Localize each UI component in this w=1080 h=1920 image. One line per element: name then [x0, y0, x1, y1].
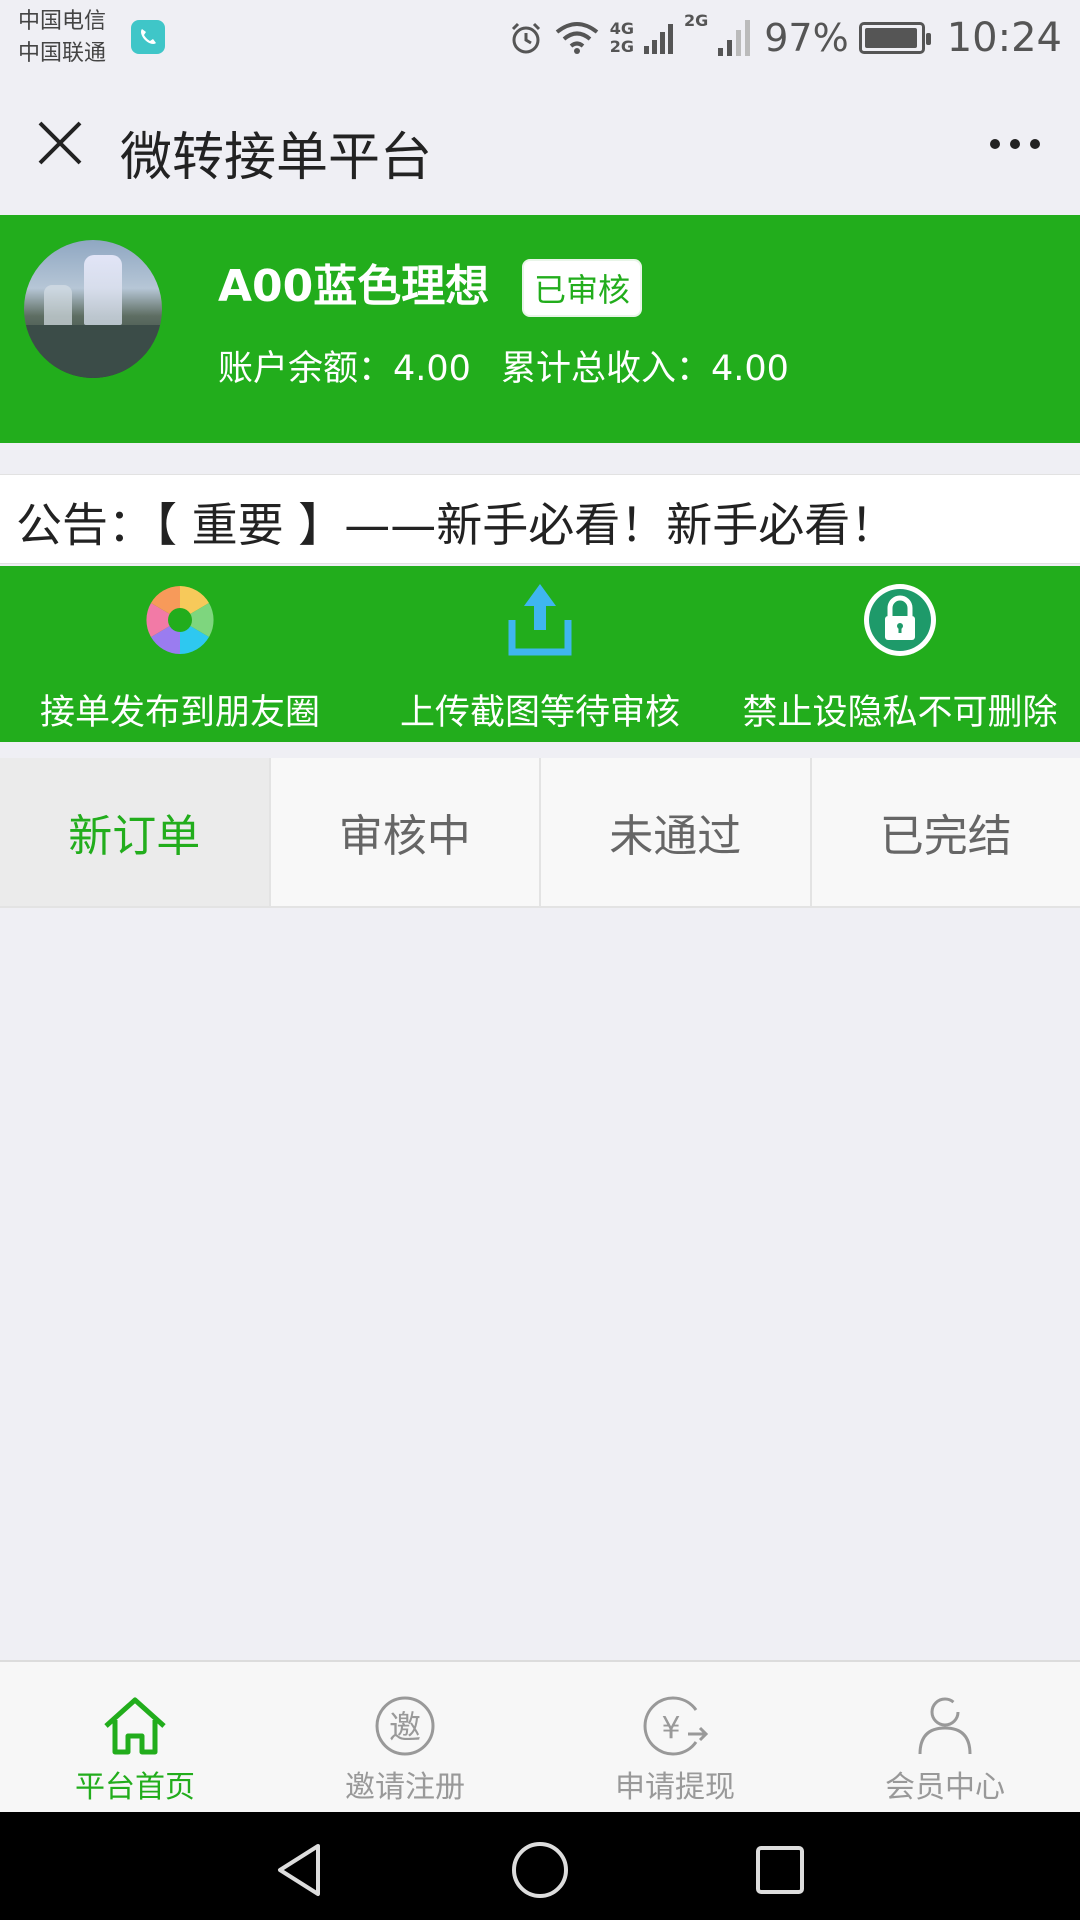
tab-new-orders[interactable]: 新订单: [0, 758, 271, 906]
step-no-privacy[interactable]: 禁止设隐私不可删除: [720, 566, 1080, 742]
clock: 10:24: [946, 15, 1062, 61]
profile-header: A00蓝色理想 已审核 账户余额：4.00 累计总收入：4.00: [0, 215, 1080, 443]
title-bar: 微转接单平台: [0, 75, 1080, 215]
upload-icon: [508, 584, 572, 656]
nav-label: 会员中心: [885, 1770, 1005, 1805]
nav-label: 邀请注册: [345, 1770, 465, 1805]
battery-icon: [858, 22, 931, 54]
nav-invite[interactable]: 邀 邀请注册: [270, 1662, 540, 1812]
aperture-icon: [146, 586, 214, 654]
more-button[interactable]: [980, 119, 1050, 169]
signal-icon-2: [718, 20, 751, 56]
nav-label: 平台首页: [75, 1770, 195, 1805]
home-icon: [104, 1697, 166, 1755]
balance-line: 账户余额：4.00 累计总收入：4.00: [218, 340, 789, 391]
tab-completed[interactable]: 已完结: [812, 758, 1080, 906]
nav-withdraw[interactable]: ¥ 申请提现: [540, 1662, 810, 1812]
system-nav-bar: [0, 1812, 1080, 1920]
carrier-2: 中国联通: [18, 41, 107, 66]
lock-icon: [864, 584, 936, 656]
net-2g-label-b: 2G: [683, 11, 709, 30]
nav-member[interactable]: 会员中心: [810, 1662, 1080, 1812]
tab-under-review[interactable]: 审核中: [271, 758, 541, 906]
status-badge: 已审核: [522, 259, 643, 317]
announcement-bar[interactable]: 公告：【 重要 】——新手必看！新手必看！: [0, 474, 1080, 564]
battery-percent: 97%: [764, 16, 849, 60]
recents-icon[interactable]: [750, 1840, 810, 1900]
invite-icon-text: 邀: [389, 1708, 421, 1746]
announcement-text[interactable]: 公告：【 重要 】——新手必看！新手必看！: [16, 489, 896, 555]
avatar[interactable]: [24, 240, 162, 378]
net-2g-label-a: 2G: [609, 37, 634, 56]
home-circle-icon[interactable]: [510, 1840, 570, 1900]
user-icon: [918, 1697, 972, 1755]
step-label: 上传截图等待审核: [399, 693, 680, 733]
alarm-icon: [511, 22, 540, 54]
status-bar: 中国电信 中国联通 4G 2G 2G 97% 10:24: [0, 0, 1080, 75]
more-icon: [990, 139, 1000, 149]
signal-icon: [643, 24, 673, 54]
step-label: 禁止设隐私不可删除: [742, 693, 1058, 733]
withdraw-icon-text: ¥: [661, 1711, 680, 1746]
step-post-moments[interactable]: 接单发布到朋友圈: [0, 566, 360, 742]
account-balance: 账户余额：4.00: [218, 349, 471, 389]
carrier-info: 中国电信 中国联通: [18, 6, 106, 70]
withdraw-icon: ¥: [643, 1696, 709, 1756]
wifi-icon: [555, 22, 598, 54]
step-upload-screenshot[interactable]: 上传截图等待审核: [360, 566, 720, 742]
tab-rejected[interactable]: 未通过: [541, 758, 812, 906]
close-button[interactable]: [30, 113, 90, 173]
nav-label: 申请提现: [615, 1770, 735, 1805]
username: A00蓝色理想: [218, 261, 490, 312]
invite-icon: 邀: [375, 1696, 435, 1756]
step-label: 接单发布到朋友圈: [39, 693, 320, 733]
call-app-icon: [131, 20, 165, 54]
order-list: [0, 908, 1080, 1660]
total-income: 累计总收入：4.00: [500, 349, 789, 389]
order-tabs: 新订单 审核中 未通过 已完结: [0, 758, 1080, 908]
carrier-1: 中国电信: [18, 9, 107, 34]
nav-home[interactable]: 平台首页: [0, 1662, 270, 1812]
page-title: 微转接单平台: [120, 128, 433, 188]
net-4g-label: 4G: [609, 19, 634, 38]
steps-bar: 接单发布到朋友圈 上传截图等待审核 禁止设隐私不可删除: [0, 566, 1080, 742]
back-icon[interactable]: [270, 1840, 330, 1900]
close-icon: [38, 121, 82, 165]
bottom-nav: 平台首页 邀 邀请注册 ¥ 申请提现 会员中心: [0, 1660, 1080, 1812]
